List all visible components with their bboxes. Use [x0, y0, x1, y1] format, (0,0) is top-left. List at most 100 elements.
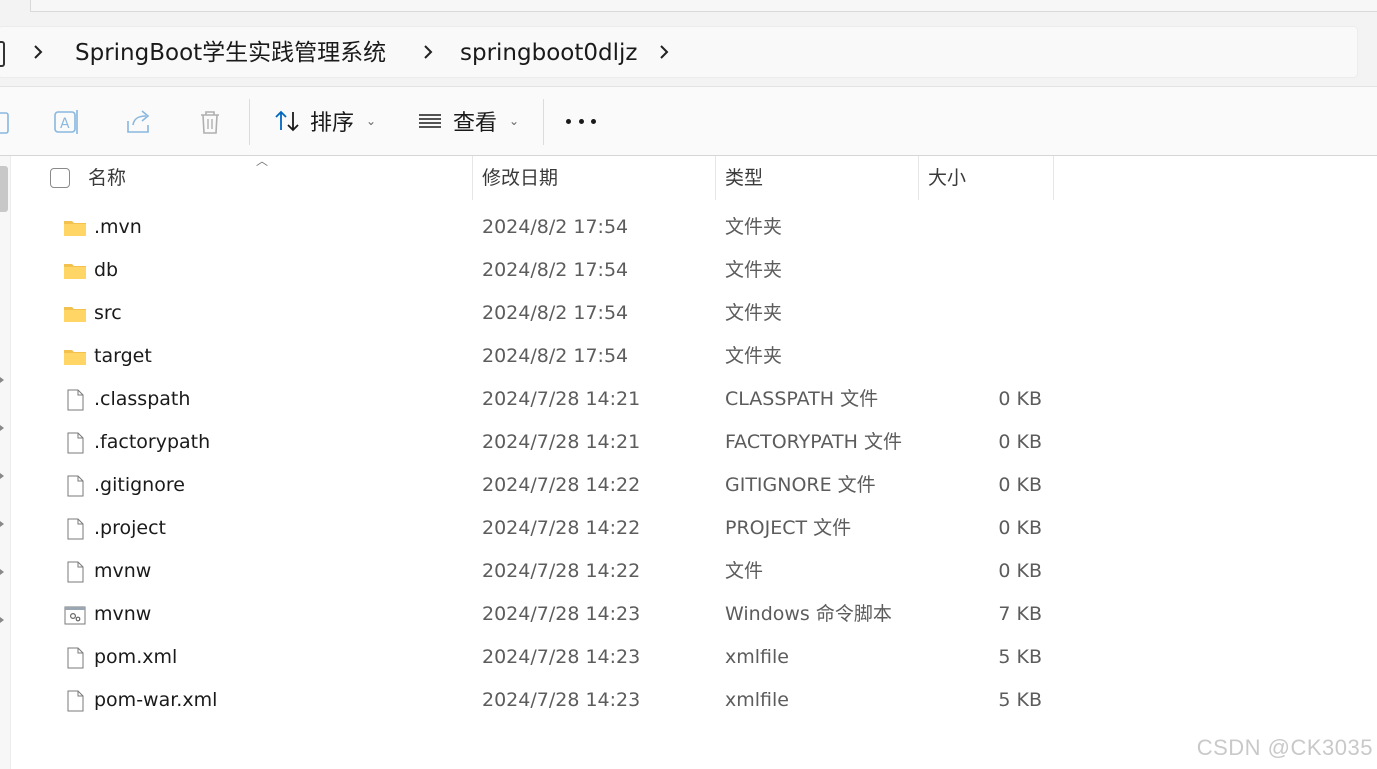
file-name: .mvn: [94, 216, 142, 238]
rename-icon[interactable]: A: [52, 107, 82, 137]
file-name: mvnw: [94, 603, 152, 625]
file-icon: [67, 389, 84, 411]
column-header-date[interactable]: 修改日期: [482, 156, 558, 200]
breadcrumb-item[interactable]: SpringBoot学生实践管理系统: [75, 35, 386, 71]
expand-arrow-icon[interactable]: [0, 521, 4, 527]
table-row[interactable]: .project 2024/7/28 14:22 PROJECT 文件 0 KB: [10, 507, 1110, 550]
file-name: .project: [94, 517, 166, 539]
column-header: ︿ 名称 修改日期 类型 大小: [10, 154, 1377, 200]
expand-arrow-icon[interactable]: [0, 473, 4, 479]
sort-label: 排序: [310, 111, 355, 136]
file-name: src: [94, 302, 122, 324]
file-name: mvnw: [94, 560, 152, 582]
file-date-modified: 2024/7/28 14:22: [482, 517, 641, 539]
file-date-modified: 2024/8/2 17:54: [482, 345, 629, 367]
file-type: Windows 命令脚本: [725, 603, 892, 625]
nav-back-edge-icon: [0, 41, 5, 67]
expand-arrow-icon[interactable]: [0, 569, 4, 575]
watermark: CSDN @CK3035: [1196, 735, 1373, 760]
breadcrumb-item[interactable]: springboot0dljz: [460, 35, 637, 71]
more-options-icon[interactable]: [566, 108, 596, 134]
file-date-modified: 2024/8/2 17:54: [482, 216, 629, 238]
expand-arrow-icon[interactable]: [0, 425, 4, 431]
sort-button[interactable]: 排序 ⌄: [274, 101, 376, 141]
expand-arrow-icon[interactable]: [0, 617, 4, 623]
view-button[interactable]: 查看 ⌄: [417, 101, 519, 141]
toolbar-separator: [543, 99, 544, 145]
file-date-modified: 2024/7/28 14:23: [482, 646, 641, 668]
file-name: .factorypath: [94, 431, 211, 453]
expand-arrow-icon[interactable]: [0, 377, 4, 383]
file-size: [950, 249, 1042, 292]
file-icon: [67, 690, 84, 712]
address-row: SpringBoot学生实践管理系统 springboot0dljz: [0, 24, 1377, 87]
file-name: .classpath: [94, 388, 191, 410]
table-row[interactable]: target 2024/8/2 17:54 文件夹: [10, 335, 1110, 378]
table-row[interactable]: mvnw 2024/7/28 14:23 Windows 命令脚本 7 KB: [10, 593, 1110, 636]
address-bar[interactable]: SpringBoot学生实践管理系统 springboot0dljz: [0, 26, 1358, 78]
folder-icon: [64, 307, 86, 322]
table-row[interactable]: .factorypath 2024/7/28 14:21 FACTORYPATH 文…: [10, 421, 1110, 464]
table-row[interactable]: db 2024/8/2 17:54 文件夹: [10, 249, 1110, 292]
tab-strip: [0, 0, 1377, 24]
file-type: 文件夹: [725, 259, 783, 281]
file-date-modified: 2024/7/28 14:22: [482, 560, 641, 582]
file-icon: [67, 561, 84, 583]
column-header-name[interactable]: 名称: [88, 156, 126, 200]
view-label: 查看: [453, 111, 498, 136]
file-name: pom-war.xml: [94, 689, 218, 711]
column-divider[interactable]: [472, 156, 473, 200]
table-row[interactable]: pom-war.xml 2024/7/28 14:23 xmlfile 5 KB: [10, 679, 1110, 722]
chevron-right-icon[interactable]: [657, 41, 671, 63]
folder-icon: [64, 221, 86, 236]
file-size: 0 KB: [998, 560, 1042, 582]
command-bar: A 排序 ⌄ 查看 ⌄: [0, 87, 1377, 156]
file-icon: [67, 647, 84, 669]
sort-icon: [275, 110, 299, 132]
paste-icon[interactable]: [0, 107, 16, 137]
file-type: xmlfile: [725, 689, 789, 711]
table-row[interactable]: .mvn 2024/8/2 17:54 文件夹: [10, 206, 1110, 249]
file-list: .mvn 2024/8/2 17:54 文件夹 db 2024/8/2 17:54 文件夹…: [10, 206, 1110, 722]
table-row[interactable]: pom.xml 2024/7/28 14:23 xmlfile 5 KB: [10, 636, 1110, 679]
column-header-type[interactable]: 类型: [725, 156, 763, 200]
table-row[interactable]: mvnw 2024/7/28 14:22 文件 0 KB: [10, 550, 1110, 593]
toolbar-separator: [249, 99, 250, 145]
chevron-right-icon[interactable]: [421, 41, 435, 63]
file-type: 文件夹: [725, 345, 783, 367]
file-icon: [67, 518, 84, 540]
table-row[interactable]: .classpath 2024/7/28 14:21 CLASSPATH 文件 0 K…: [10, 378, 1110, 421]
file-size: [950, 292, 1042, 335]
table-row[interactable]: src 2024/8/2 17:54 文件夹: [10, 292, 1110, 335]
file-date-modified: 2024/7/28 14:22: [482, 474, 641, 496]
tab-edge: [30, 0, 1377, 12]
file-size: 0 KB: [998, 431, 1042, 453]
file-date-modified: 2024/8/2 17:54: [482, 259, 629, 281]
column-divider[interactable]: [918, 156, 919, 200]
file-type: PROJECT 文件: [725, 517, 852, 539]
select-all-checkbox[interactable]: [50, 168, 70, 188]
nav-scrollbar-thumb[interactable]: [0, 166, 8, 212]
chevron-right-icon[interactable]: [31, 41, 45, 63]
file-type: 文件: [725, 560, 764, 582]
column-divider[interactable]: [715, 156, 716, 200]
file-type: xmlfile: [725, 646, 789, 668]
file-size: 7 KB: [998, 603, 1042, 625]
column-divider[interactable]: [1053, 156, 1054, 200]
file-name: db: [94, 259, 119, 281]
column-header-size[interactable]: 大小: [928, 156, 966, 200]
table-row[interactable]: .gitignore 2024/7/28 14:22 GITIGNORE 文件 0 K…: [10, 464, 1110, 507]
delete-icon[interactable]: [195, 107, 225, 137]
script-file-icon: [64, 606, 86, 625]
file-type: 文件夹: [725, 216, 783, 238]
file-date-modified: 2024/7/28 14:23: [482, 689, 641, 711]
file-size: 5 KB: [998, 646, 1042, 668]
file-type: CLASSPATH 文件: [725, 388, 879, 410]
share-icon[interactable]: [124, 107, 154, 137]
chevron-down-icon: ⌄: [366, 114, 377, 128]
file-date-modified: 2024/8/2 17:54: [482, 302, 629, 324]
sort-ascending-icon: ︿: [256, 154, 269, 168]
file-date-modified: 2024/7/28 14:23: [482, 603, 641, 625]
folder-icon: [64, 350, 86, 365]
svg-text:A: A: [60, 116, 70, 132]
